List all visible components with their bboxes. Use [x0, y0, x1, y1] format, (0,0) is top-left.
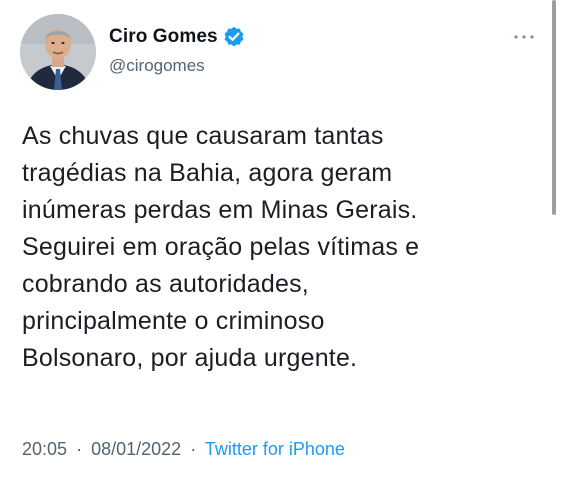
meta-separator: ·	[190, 439, 197, 459]
meta-separator: ·	[76, 439, 83, 459]
tweet-metadata: 20:05 · 08/01/2022 · Twitter for iPhone	[22, 437, 345, 461]
profile-photo	[20, 14, 96, 90]
author-display-name[interactable]: Ciro Gomes	[109, 26, 218, 48]
scrollbar-thumb[interactable]	[552, 0, 556, 215]
tweet-source-link[interactable]: Twitter for iPhone	[205, 439, 345, 459]
tweet-text: As chuvas que causaram tantas tragédias …	[22, 122, 420, 372]
author-avatar[interactable]	[20, 14, 96, 90]
tweet-date[interactable]: 08/01/2022	[91, 439, 181, 459]
author-name-row[interactable]: Ciro Gomes	[109, 26, 245, 48]
tweet-card: Ciro Gomes @cirogomes As chuvas que caus…	[0, 0, 561, 480]
more-options-button[interactable]	[510, 26, 538, 48]
author-handle[interactable]: @cirogomes	[109, 56, 205, 76]
verified-badge-icon	[223, 26, 245, 48]
more-horizontal-icon	[514, 35, 534, 39]
tweet-time[interactable]: 20:05	[22, 439, 67, 459]
